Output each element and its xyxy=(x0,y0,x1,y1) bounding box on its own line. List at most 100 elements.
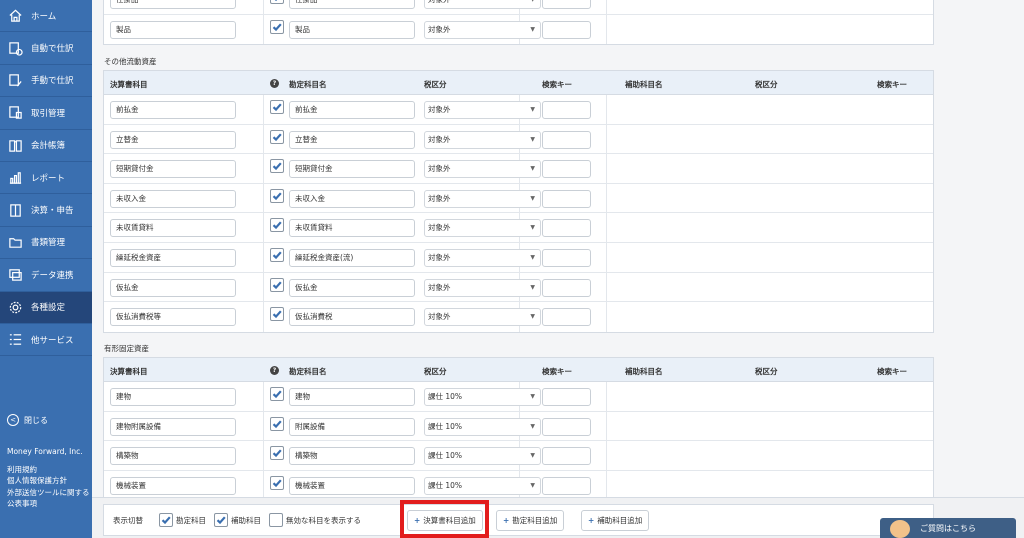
search-key-input[interactable] xyxy=(542,278,591,297)
sidebar-item-7[interactable]: 書類管理 xyxy=(0,227,92,260)
account-enabled-checkbox[interactable] xyxy=(270,475,284,490)
tax-category-select[interactable]: 対象外 ▼ xyxy=(424,219,541,238)
tax-category-select[interactable]: 対象外 ▼ xyxy=(424,248,541,267)
account-name-input[interactable]: 繰延税金資産(流) xyxy=(289,248,415,267)
tax-category-select[interactable]: 対象外 ▼ xyxy=(424,20,541,39)
table-row: 仮払金 仮払金 対象外 ▼ xyxy=(104,272,933,303)
search-key-input[interactable] xyxy=(542,447,591,466)
fs-account-input[interactable]: 構築物 xyxy=(110,447,236,466)
account-name-input[interactable]: 仮払消費税 xyxy=(289,308,415,327)
fs-account-input[interactable]: 立替金 xyxy=(110,130,236,149)
sidebar-item-8[interactable]: データ連携 xyxy=(0,259,92,292)
search-key-input[interactable] xyxy=(542,20,591,39)
account-name-input[interactable]: 建物 xyxy=(289,388,415,406)
sidebar-item-label: 自動で仕訳 xyxy=(31,44,74,55)
search-key-input[interactable] xyxy=(542,160,591,179)
fs-account-input[interactable]: 繰延税金資産 xyxy=(110,248,236,267)
sidebar-item-1[interactable]: 自動で仕訳 xyxy=(0,32,92,65)
search-key-input[interactable] xyxy=(542,308,591,327)
fs-account-input[interactable]: 仕掛品 xyxy=(110,0,236,9)
tax-category-select[interactable]: 対象外 ▼ xyxy=(424,0,541,9)
account-enabled-checkbox[interactable] xyxy=(270,0,284,4)
toggle-invalid-label: 無効な科目を表示する xyxy=(286,516,361,525)
fs-account-input[interactable]: 未収入金 xyxy=(110,189,236,208)
tax-category-select[interactable]: 対象外 ▼ xyxy=(424,278,541,297)
account-name-input[interactable]: 附属設備 xyxy=(289,417,415,436)
account-name-input[interactable]: 短期貸付金 xyxy=(289,160,415,179)
account-name-input[interactable]: 製品 xyxy=(289,20,415,39)
sidebar-close-button[interactable]: < 閉じる xyxy=(7,414,48,426)
fs-account-input[interactable]: 仮払消費税等 xyxy=(110,308,236,327)
search-key-input[interactable] xyxy=(542,417,591,436)
account-name-input[interactable]: 未収賃貸料 xyxy=(289,219,415,238)
search-key-input[interactable] xyxy=(542,476,591,495)
fs-account-input[interactable]: 機械装置 xyxy=(110,476,236,495)
toggle-invalid-checkbox[interactable] xyxy=(269,513,283,527)
account-enabled-checkbox[interactable] xyxy=(270,19,284,34)
privacy-link[interactable]: 個人情報保護方針 xyxy=(7,475,91,487)
account-name-input[interactable]: 仮払金 xyxy=(289,278,415,297)
sidebar-item-5[interactable]: レポート xyxy=(0,162,92,195)
fs-account-input[interactable]: 仮払金 xyxy=(110,278,236,297)
search-key-input[interactable] xyxy=(542,0,591,9)
fs-account-input[interactable]: 製品 xyxy=(110,20,236,39)
account-name-input[interactable]: 仕掛品 xyxy=(289,0,415,9)
fs-account-input[interactable]: 建物 xyxy=(110,388,236,406)
tax-category-select[interactable]: 対象外 ▼ xyxy=(424,160,541,179)
toggle-account-checkbox[interactable] xyxy=(159,513,173,527)
search-key-input[interactable] xyxy=(542,219,591,238)
tax-category-select[interactable]: 課仕 10% ▼ xyxy=(424,447,541,466)
sidebar-item-6[interactable]: 決算・申告 xyxy=(0,194,92,227)
account-name-input[interactable]: 構築物 xyxy=(289,447,415,466)
tax-category-select[interactable]: 対象外 ▼ xyxy=(424,189,541,208)
sidebar-item-9[interactable]: 各種設定 xyxy=(0,291,92,324)
search-key-input[interactable] xyxy=(542,248,591,267)
fs-account-input[interactable]: 建物附属設備 xyxy=(110,417,236,436)
tax-category-select[interactable]: 対象外 ▼ xyxy=(424,308,541,327)
search-key-input[interactable] xyxy=(542,101,591,119)
display-toggle-label: 表示切替 xyxy=(113,516,143,525)
tax-category-value: 課仕 10% xyxy=(428,451,463,461)
fs-account-input[interactable]: 未収賃貸料 xyxy=(110,219,236,238)
account-enabled-checkbox[interactable] xyxy=(270,416,284,431)
tax-category-select[interactable]: 対象外 ▼ xyxy=(424,101,541,119)
tax-category-select[interactable]: 課仕 10% ▼ xyxy=(424,476,541,495)
account-name-input[interactable]: 立替金 xyxy=(289,130,415,149)
fs-account-input[interactable]: 前払金 xyxy=(110,101,236,119)
account-enabled-checkbox[interactable] xyxy=(270,159,284,174)
account-enabled-checkbox[interactable] xyxy=(270,188,284,203)
account-name-input[interactable]: 機械装置 xyxy=(289,476,415,495)
account-enabled-checkbox[interactable] xyxy=(270,218,284,233)
chevron-down-icon: ▼ xyxy=(530,106,535,113)
search-key-input[interactable] xyxy=(542,130,591,149)
account-enabled-checkbox[interactable] xyxy=(270,129,284,144)
sidebar-item-2[interactable]: 手動で仕訳 xyxy=(0,65,92,98)
sidebar-item-0[interactable]: ホーム xyxy=(0,0,92,33)
add-account-label: 勘定科目追加 xyxy=(512,516,558,525)
sidebar-item-4[interactable]: 会計帳簿 xyxy=(0,130,92,162)
account-enabled-checkbox[interactable] xyxy=(270,100,284,114)
account-enabled-checkbox[interactable] xyxy=(270,446,284,461)
add-sub-account-button[interactable]: + 補助科目追加 xyxy=(581,510,650,531)
search-key-input[interactable] xyxy=(542,388,591,406)
toggle-sub-checkbox[interactable] xyxy=(214,513,228,527)
help-button[interactable]: ご質問はこちら xyxy=(880,518,1016,538)
tax-category-select[interactable]: 課仕 10% ▼ xyxy=(424,417,541,436)
account-enabled-checkbox[interactable] xyxy=(270,387,284,401)
add-account-button[interactable]: + 勘定科目追加 xyxy=(496,510,565,531)
sidebar-item-3[interactable]: 取引管理 xyxy=(0,97,92,130)
tax-category-select[interactable]: 対象外 ▼ xyxy=(424,130,541,149)
terms-link[interactable]: 利用規約 xyxy=(7,464,91,476)
account-enabled-checkbox[interactable] xyxy=(270,307,284,322)
fs-account-input[interactable]: 短期貸付金 xyxy=(110,160,236,179)
account-enabled-checkbox[interactable] xyxy=(270,277,284,292)
transaction-icon xyxy=(7,105,23,121)
external-tools-link[interactable]: 外部送信ツールに関する公表事項 xyxy=(7,487,91,510)
account-name-input[interactable]: 前払金 xyxy=(289,101,415,119)
account-enabled-checkbox[interactable] xyxy=(270,247,284,262)
tax-category-select[interactable]: 課仕 10% ▼ xyxy=(424,388,541,406)
search-key-input[interactable] xyxy=(542,189,591,208)
sidebar-item-10[interactable]: 他サービス xyxy=(0,324,92,357)
account-name-input[interactable]: 未収入金 xyxy=(289,189,415,208)
header-sub-tax: 税区分 xyxy=(755,367,778,376)
